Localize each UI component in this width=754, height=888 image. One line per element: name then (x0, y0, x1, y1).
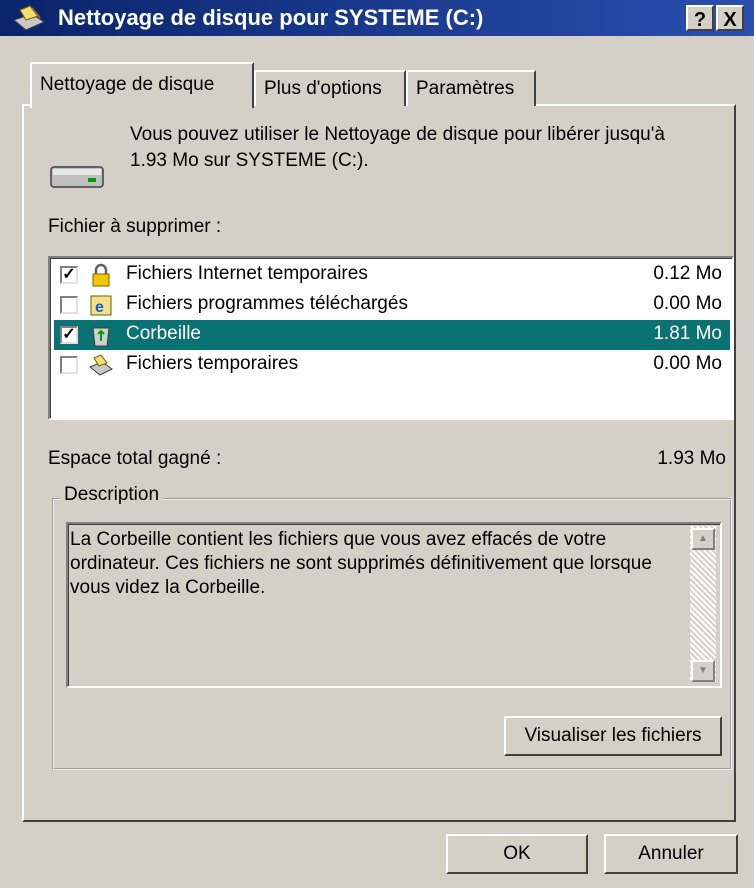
description-legend: Description (60, 484, 164, 506)
list-item[interactable]: e Fichiers programmes téléchargés 0.00 M… (54, 290, 730, 320)
checkbox[interactable] (60, 296, 78, 314)
list-item[interactable]: Fichiers temporaires 0.00 Mo (54, 350, 730, 380)
checkbox[interactable] (60, 356, 78, 374)
cancel-button[interactable]: Annuler (604, 834, 738, 874)
file-size: 0.00 Mo (653, 293, 722, 314)
view-files-button[interactable]: Visualiser les fichiers (504, 716, 722, 756)
svg-text:e: e (95, 299, 104, 316)
intro-line-2: 1.93 Mo sur SYSTEME (C:). (130, 150, 369, 171)
recycle-bin-icon (92, 327, 110, 347)
checkbox[interactable]: ✓ (60, 326, 78, 344)
total-value: 1.93 Mo (657, 448, 726, 469)
intro-text: Vous pouvez utiliser le Nettoyage de dis… (130, 122, 730, 174)
files-label: Fichier à supprimer : (48, 216, 221, 238)
scroll-down-button[interactable]: ▼ (691, 660, 715, 682)
help-button[interactable]: ? (686, 5, 714, 31)
file-size: 1.81 Mo (653, 323, 722, 344)
scroll-up-button[interactable]: ▲ (691, 528, 715, 550)
files-label-text: Fichier à supprimer : (48, 216, 222, 237)
title-bar[interactable]: Nettoyage de disque pour SYSTEME (C:) ? … (0, 0, 754, 36)
ie-icon: e (90, 295, 112, 316)
file-name: Corbeille (126, 323, 201, 344)
total-label: Espace total gagné : (48, 448, 222, 469)
close-button[interactable]: X (716, 5, 744, 31)
list-item[interactable]: ✓ Corbeille 1.81 Mo (54, 320, 730, 350)
file-size: 0.00 Mo (653, 353, 722, 374)
tab-nettoyage[interactable]: Nettoyage de disque (30, 62, 254, 108)
file-name: Fichiers temporaires (126, 353, 299, 374)
hard-drive-icon (50, 166, 104, 188)
list-item[interactable]: ✓ Fichiers Internet temporaires 0.12 Mo (54, 260, 730, 290)
disk-cleanup-app-icon (12, 5, 46, 31)
tab-plus-options[interactable]: Plus d'options (254, 70, 406, 106)
tab-parametres[interactable]: Paramètres (406, 70, 536, 106)
intro-line-1: Vous pouvez utiliser le Nettoyage de dis… (130, 124, 665, 145)
file-size: 0.12 Mo (653, 263, 722, 284)
description-text: La Corbeille contient les fichiers que v… (70, 529, 652, 598)
lock-icon (92, 263, 110, 287)
ok-button[interactable]: OK (446, 834, 588, 874)
files-listbox[interactable]: ✓ Fichiers Internet temporaires 0.12 Mo … (48, 256, 734, 420)
file-name: Fichiers programmes téléchargés (126, 293, 408, 314)
file-name: Fichiers Internet temporaires (126, 263, 368, 284)
cleanup-icon (89, 354, 113, 376)
checkbox[interactable]: ✓ (60, 266, 78, 284)
window-title: Nettoyage de disque pour SYSTEME (C:) (58, 5, 484, 30)
